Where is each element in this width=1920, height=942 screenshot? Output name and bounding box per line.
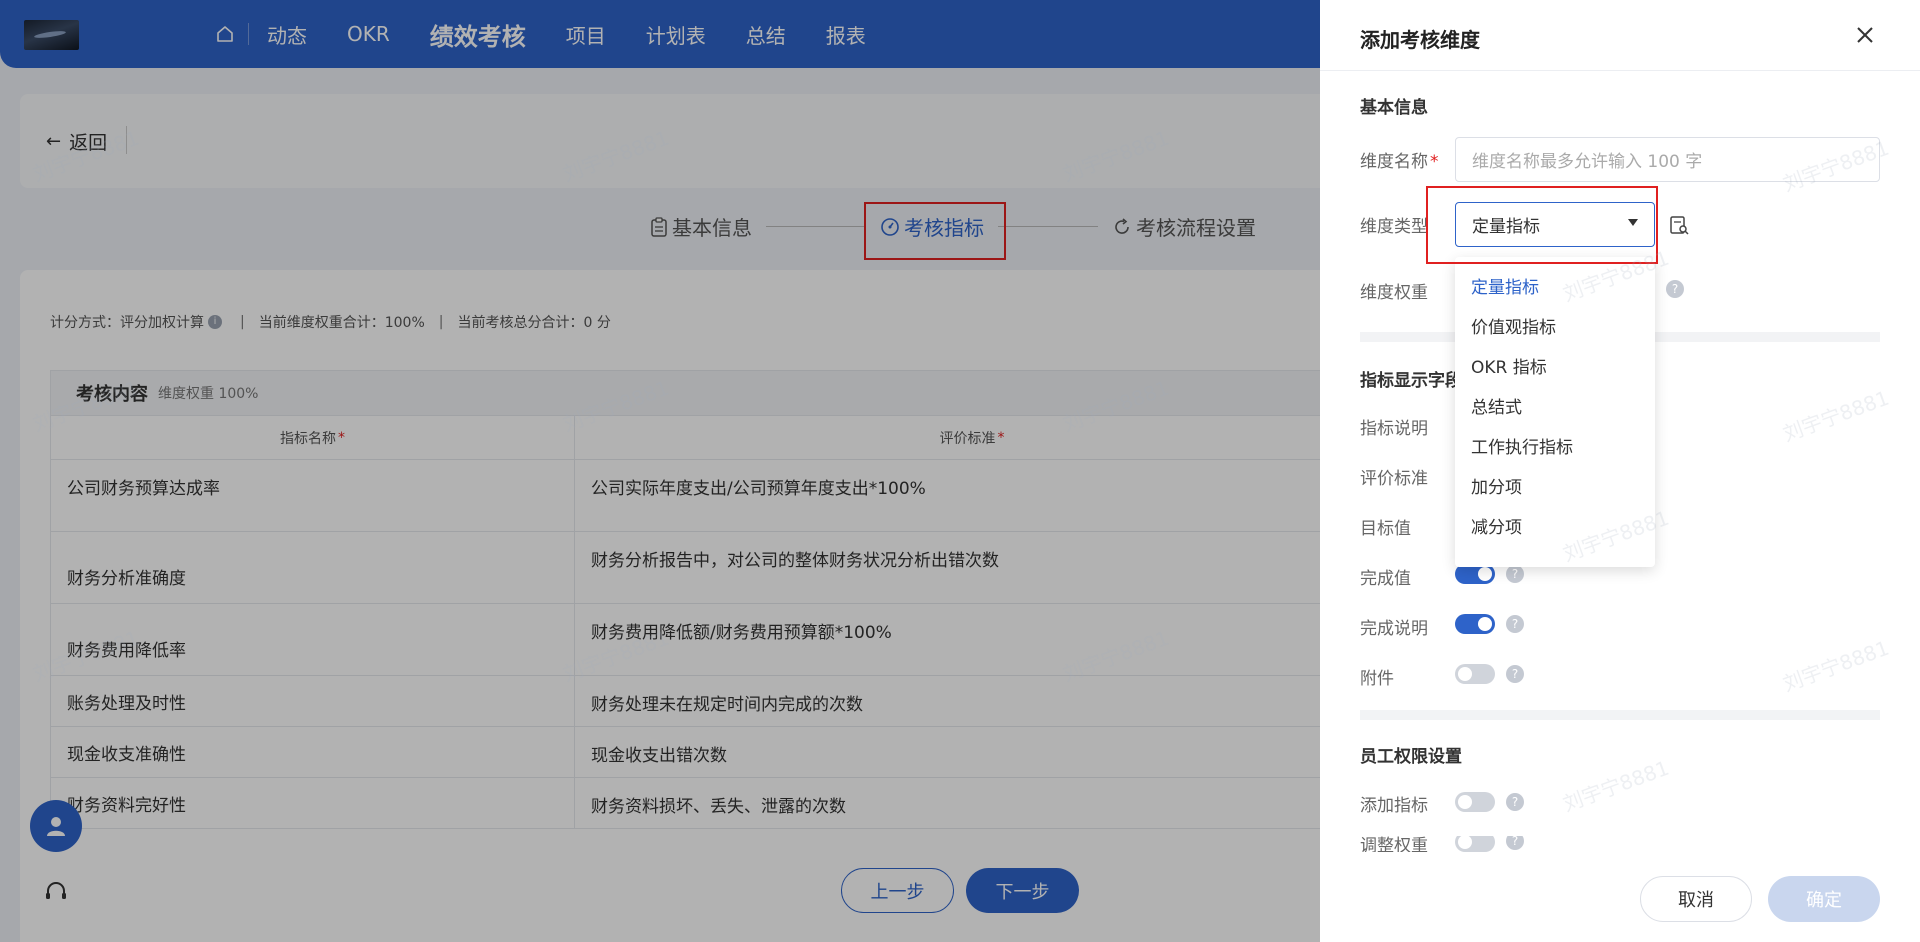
dimension-type-label: 维度类型 — [1360, 217, 1428, 237]
help-icon[interactable]: ? — [1506, 665, 1524, 683]
confirm-button[interactable]: 确定 — [1768, 876, 1880, 922]
toggle-adjust-weight[interactable] — [1455, 836, 1495, 852]
help-icon[interactable]: ? — [1506, 793, 1524, 811]
dimension-name-label: 维度名称 * — [1360, 152, 1439, 172]
help-icon[interactable]: ? — [1506, 565, 1524, 583]
section-employee-permissions: 员工权限设置 — [1360, 747, 1462, 767]
modal-overlay[interactable] — [0, 0, 1320, 942]
option-okr[interactable]: OKR 指标 — [1455, 345, 1655, 385]
dimension-type-dropdown: 定量指标 价值观指标 OKR 指标 总结式 工作执行指标 加分项 减分项 — [1455, 257, 1655, 567]
cancel-button[interactable]: 取消 — [1640, 876, 1752, 922]
toggle-complete-desc[interactable] — [1455, 614, 1495, 634]
option-values[interactable]: 价值观指标 — [1455, 305, 1655, 345]
field-label: 完成说明 — [1360, 619, 1428, 639]
option-execution[interactable]: 工作执行指标 — [1455, 425, 1655, 465]
section-display-fields: 指标显示字段 — [1360, 371, 1462, 391]
toggle-attachment[interactable] — [1455, 664, 1495, 684]
field-label: 评价标准 — [1360, 469, 1428, 489]
option-bonus[interactable]: 加分项 — [1455, 465, 1655, 505]
option-deduction[interactable]: 减分项 — [1455, 505, 1655, 545]
help-icon[interactable]: ? — [1506, 615, 1524, 633]
drawer-title: 添加考核维度 — [1360, 28, 1480, 52]
perm-label: 调整权重 — [1360, 836, 1428, 852]
highlight-box-select — [1426, 186, 1658, 264]
toggle-add-indicator[interactable] — [1455, 792, 1495, 812]
field-label: 指标说明 — [1360, 419, 1428, 439]
option-summary[interactable]: 总结式 — [1455, 385, 1655, 425]
field-label: 目标值 — [1360, 519, 1411, 539]
field-label: 附件 — [1360, 669, 1394, 689]
perm-label: 添加指标 — [1360, 796, 1428, 816]
section-basic-info: 基本信息 — [1360, 98, 1428, 118]
option-quantitative[interactable]: 定量指标 — [1455, 265, 1655, 305]
preview-icon[interactable] — [1668, 214, 1690, 236]
field-label: 完成值 — [1360, 569, 1411, 589]
help-icon[interactable]: ? — [1666, 280, 1684, 298]
toggle-complete-value[interactable] — [1455, 564, 1495, 584]
close-icon[interactable] — [1852, 22, 1878, 48]
dimension-name-input[interactable]: 维度名称最多允许输入 100 字 — [1455, 137, 1880, 182]
dimension-weight-label: 维度权重 — [1360, 283, 1428, 303]
help-icon[interactable]: ? — [1506, 836, 1524, 850]
